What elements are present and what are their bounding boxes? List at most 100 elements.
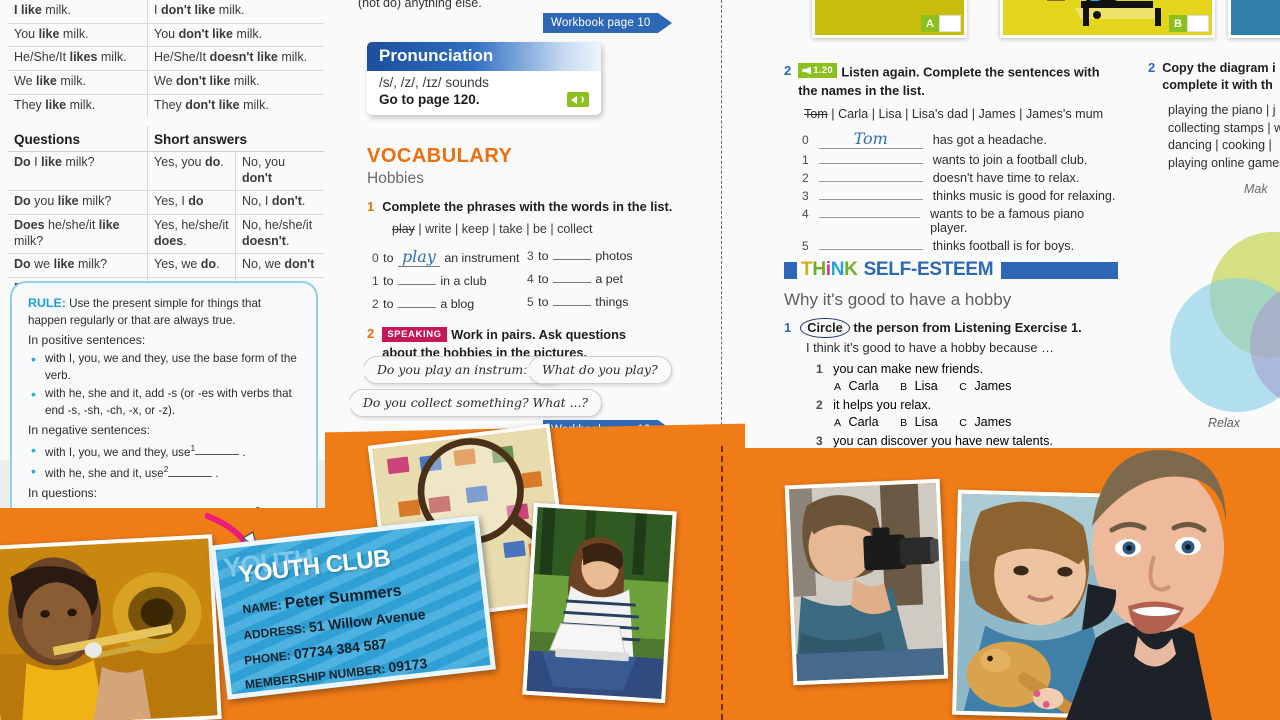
question-cell: Do I like milk? — [8, 152, 148, 191]
circled-word[interactable]: Circle — [800, 318, 850, 338]
photo-option-b[interactable]: B — [1000, 0, 1215, 38]
photo-option-c[interactable] — [1228, 0, 1280, 38]
answer-blank[interactable] — [397, 307, 436, 308]
photo-boy-camera[interactable] — [784, 478, 949, 686]
option-value[interactable]: Lisa — [915, 415, 938, 429]
option-letter: B — [1169, 15, 1187, 32]
name-bank-item[interactable]: James — [978, 107, 1015, 121]
exercise-instruction: Complete the phrases with the words in t… — [382, 199, 673, 214]
answer-checkbox[interactable] — [939, 15, 961, 32]
rule-box: RULE: Use the present simple for things … — [10, 281, 318, 561]
word-bank-item[interactable]: take — [499, 222, 523, 236]
word-bank-item[interactable]: be — [533, 222, 547, 236]
youth-club-membership-card[interactable]: YOUTH YOUTH CLUB NAME: Peter Summers ADD… — [210, 515, 496, 700]
table-row: Do I like milk? Yes, you do. No, you don… — [8, 152, 324, 192]
photo-option-a[interactable]: A — [812, 0, 967, 38]
item-number: 1 — [816, 362, 823, 376]
name-bank-item[interactable]: Lisa's dad — [912, 107, 968, 121]
no-answer-cell: No, he/she/it doesn't. — [242, 218, 313, 248]
word-bank-item[interactable]: keep — [462, 222, 489, 236]
option-key: A — [834, 417, 842, 429]
question-cell: Do we like milk? — [8, 254, 148, 277]
answer-checkbox[interactable] — [1187, 15, 1209, 32]
section-title: VOCABULARY — [367, 145, 513, 167]
think-subject: SELF-ESTEEM — [863, 259, 994, 280]
separator: | — [455, 222, 462, 236]
answer-blank[interactable] — [552, 259, 591, 260]
vocab-column-left: 0 to play an instrument 1 to in a club 2… — [372, 247, 527, 313]
exercise-number: 1 — [784, 320, 792, 335]
speech-bubble-3: Do you collect something? What ...? — [342, 389, 603, 417]
answer-blank[interactable] — [818, 198, 923, 200]
item-number: 4 — [527, 272, 534, 286]
option-value[interactable]: Lisa — [915, 379, 938, 393]
word-bank-item[interactable]: write — [425, 222, 451, 236]
name-bank-item[interactable]: Tom — [804, 107, 828, 121]
speaker-icon[interactable] — [567, 92, 589, 107]
word-bank-item[interactable]: collect — [557, 222, 592, 236]
positive-header: In positive sentences: — [28, 333, 146, 348]
negative-cell: He/She/It doesn't like milk. — [154, 50, 308, 65]
list-item: with he, she and it, add -s (or -es with… — [28, 385, 302, 419]
instruction-line-2: complete it with th — [1162, 78, 1273, 92]
workbook-page-10-link[interactable]: Workbook page 10 — [543, 13, 672, 33]
filled-answer[interactable]: play — [397, 247, 440, 267]
name-bank-item[interactable]: Carla — [838, 107, 868, 121]
answer-blank[interactable] — [818, 216, 921, 218]
answer-blank[interactable] — [818, 248, 923, 250]
answer-blank[interactable] — [195, 445, 240, 456]
photo-trombone-player[interactable] — [0, 534, 222, 720]
answer-blank[interactable] — [168, 467, 213, 477]
boy-camera-graphic — [788, 482, 945, 682]
name-bank-item[interactable]: Lisa — [878, 107, 901, 121]
option-key: C — [959, 381, 967, 393]
answer-blank[interactable] — [397, 284, 436, 285]
item-post: a pet — [595, 272, 623, 286]
affirmative-cell: They like milk. — [8, 94, 148, 118]
word-bank-item[interactable]: play — [392, 222, 415, 236]
vocab-item: 4 to a pet — [527, 270, 667, 288]
photo-girl-laptop[interactable] — [522, 502, 677, 704]
affirmative-cell: You like milk. — [8, 23, 148, 47]
item-number: 1 — [372, 274, 379, 288]
option-value[interactable]: Carla — [849, 415, 879, 429]
filled-answer[interactable]: Tom — [818, 129, 923, 149]
answer-blank[interactable] — [818, 180, 923, 182]
table-row: I like milk. I don't like milk. — [8, 0, 324, 24]
item-text: wants to join a football club. — [932, 152, 1088, 167]
vocab-item: 1 to in a club — [372, 272, 527, 290]
listening-item: 1 wants to join a football club. — [802, 153, 1120, 167]
short-answers-header: Short answers — [154, 132, 248, 148]
option-a-label: A — [921, 15, 961, 32]
item-post: photos — [595, 249, 633, 263]
answer-blank[interactable] — [552, 305, 591, 306]
field-label: NAME: — [241, 598, 283, 617]
negative-cell: We don't like milk. — [154, 73, 260, 88]
vocab-item: 0 to play an instrument — [372, 247, 527, 267]
item-pre: to — [538, 249, 549, 263]
section-subtitle: Hobbies — [367, 170, 424, 187]
arrow-tip-icon — [657, 13, 672, 33]
audio-track-badge[interactable]: 1.20 — [798, 63, 837, 78]
page-spine-dashed-lower — [721, 446, 723, 720]
listening-item: 0 Tom has got a headache. — [802, 129, 1120, 149]
banner-square-icon — [784, 261, 797, 279]
option-row: A Carla B Lisa C James — [834, 379, 1124, 393]
name-bank-item[interactable]: James's mum — [1026, 107, 1103, 121]
option-value[interactable]: Carla — [849, 379, 879, 393]
option-value[interactable]: James — [974, 379, 1011, 393]
option-value[interactable]: James — [974, 415, 1011, 429]
item-pre: to — [538, 272, 549, 286]
vocab-answer-grid: 0 to play an instrument 1 to in a club 2… — [367, 247, 672, 313]
item-number: 2 — [816, 398, 823, 412]
rule-text: with I, you, we and they, use the base f… — [45, 352, 297, 382]
item-text: thinks music is good for relaxing. — [932, 188, 1116, 203]
list-item: with he, she and it, use2 . — [28, 462, 302, 482]
answer-blank[interactable] — [818, 162, 923, 164]
question-cell: Do you like milk? — [8, 191, 148, 214]
vocabulary-section: VOCABULARY Hobbies 1 Complete the phrase… — [367, 145, 672, 362]
answer-blank[interactable] — [552, 282, 591, 283]
item-post: things — [595, 295, 629, 309]
item-number: 3 — [527, 249, 534, 263]
rule-intro: RULE: Use the present simple for things … — [28, 295, 302, 329]
